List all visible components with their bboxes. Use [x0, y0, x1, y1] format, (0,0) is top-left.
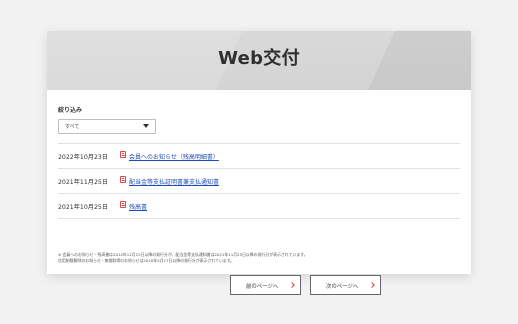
document-row: 2021年10月25日 残高書 [58, 194, 460, 219]
chevron-right-icon [369, 282, 375, 288]
document-link[interactable]: 会員へのお知らせ（残高明細書） [129, 152, 219, 161]
document-date: 2021年11月25日 [58, 179, 109, 186]
page-header: Web交付 [47, 31, 471, 90]
document-date: 2022年10月23日 [58, 154, 109, 161]
document-link[interactable]: 残高書 [129, 202, 147, 211]
web-delivery-panel: Web交付 絞り込み すべて 2022年10月23日 会員へのお知らせ（残高明細… [47, 31, 471, 295]
pdf-document-icon [120, 151, 126, 158]
document-row: 2022年10月23日 会員へのお知らせ（残高明細書） [58, 143, 460, 169]
previous-page-button[interactable]: 前のページへ [230, 275, 301, 295]
note-line: 信用制限解除のお知らせ・無償取得のお知らせは2020年2月17日以降の発行分が表… [58, 258, 235, 263]
filter-select[interactable]: すべて [58, 119, 156, 134]
document-list: 2022年10月23日 会員へのお知らせ（残高明細書） 2021年11月25日 … [58, 143, 460, 219]
pdf-document-icon [120, 176, 126, 183]
previous-page-label: 前のページへ [246, 284, 279, 290]
chevron-down-icon [143, 124, 149, 128]
filter-label: 絞り込み [58, 107, 83, 114]
chevron-right-icon [289, 282, 295, 288]
document-link[interactable]: 配当金等支払証明書兼支払通知書 [129, 177, 219, 186]
next-page-label: 次のページへ [326, 284, 359, 290]
next-page-button[interactable]: 次のページへ [310, 275, 381, 295]
notes: ※ 会員へのお知らせ・残高書は2014年12月15日以降の発行分が、配当金等支払… [58, 252, 460, 264]
document-date: 2021年10月25日 [58, 204, 109, 211]
pdf-document-icon [120, 201, 126, 208]
filter-selected-value: すべて [65, 124, 80, 130]
document-row: 2021年11月25日 配当金等支払証明書兼支払通知書 [58, 169, 460, 194]
page-title: Web交付 [218, 48, 300, 69]
